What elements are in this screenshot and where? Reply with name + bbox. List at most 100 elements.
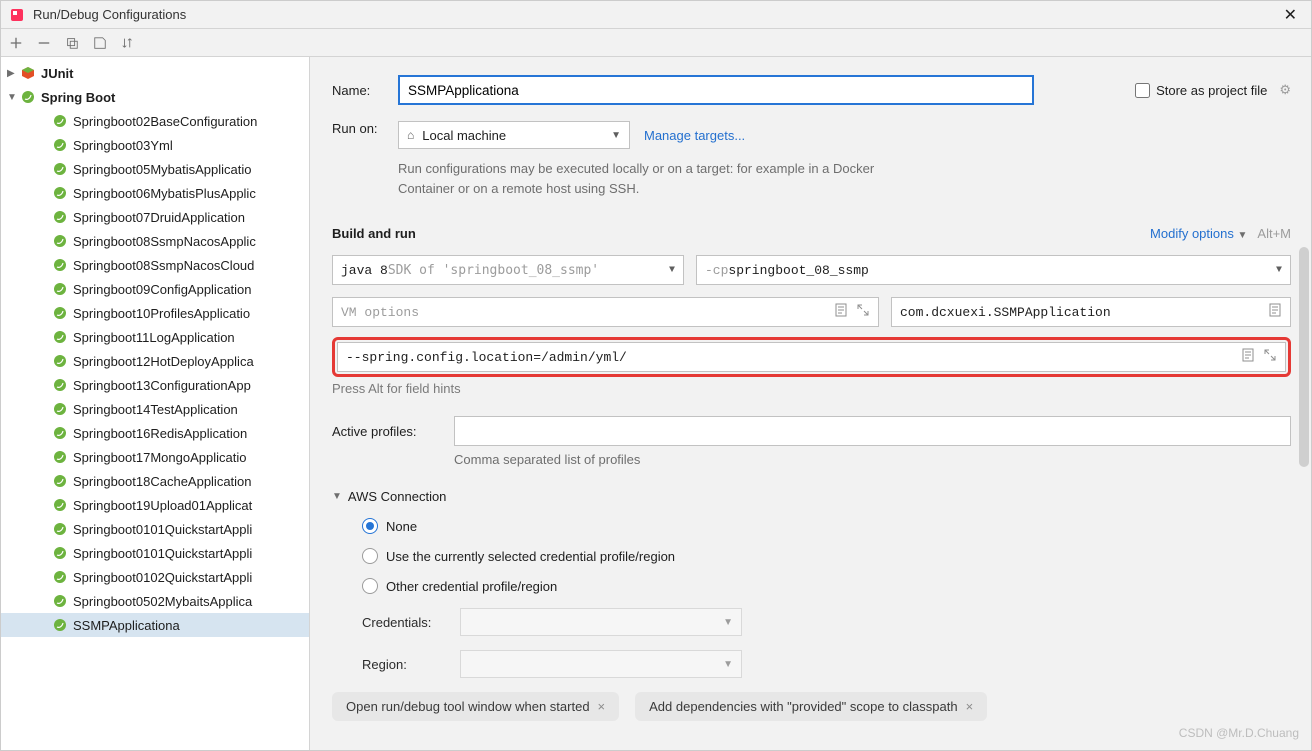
tree-junit[interactable]: ▶ JUnit <box>1 61 309 85</box>
sidebar-item[interactable]: Springboot0102QuickstartAppli <box>1 565 309 589</box>
store-label: Store as project file <box>1156 83 1267 98</box>
runon-select[interactable]: ⌂ Local machine ▼ <box>398 121 630 149</box>
config-sidebar[interactable]: ▶ JUnit ▼ Spring Boot Springboot02BaseCo… <box>1 57 310 750</box>
expand-icon[interactable] <box>856 303 870 321</box>
tree-label: Springboot06MybatisPlusApplic <box>73 186 256 201</box>
sidebar-item[interactable]: Springboot10ProfilesApplicatio <box>1 301 309 325</box>
sidebar-item[interactable]: Springboot09ConfigApplication <box>1 277 309 301</box>
field-hint: Press Alt for field hints <box>332 381 1291 396</box>
runon-value: Local machine <box>422 128 506 143</box>
active-profiles-input[interactable] <box>454 416 1291 446</box>
sidebar-item[interactable]: Springboot13ConfigurationApp <box>1 373 309 397</box>
aws-none-radio[interactable]: None <box>362 518 1291 534</box>
name-input[interactable] <box>398 75 1034 105</box>
tree-label: Springboot07DruidApplication <box>73 210 245 225</box>
spring-icon <box>53 474 67 488</box>
tree-springboot[interactable]: ▼ Spring Boot <box>1 85 309 109</box>
runon-hint: Run configurations may be executed local… <box>398 159 898 198</box>
chevron-down-icon: ▼ <box>669 265 675 276</box>
sidebar-item[interactable]: Springboot07DruidApplication <box>1 205 309 229</box>
sort-button[interactable] <box>119 34 137 52</box>
chevron-down-icon: ▼ <box>611 130 621 141</box>
manage-targets-link[interactable]: Manage targets... <box>644 128 745 143</box>
aws-connection-header[interactable]: ▼ AWS Connection <box>332 489 1291 504</box>
sidebar-item[interactable]: Springboot11LogApplication <box>1 325 309 349</box>
spring-icon <box>53 618 67 632</box>
spring-icon <box>53 450 67 464</box>
tree-label: Springboot08SsmpNacosCloud <box>73 258 254 273</box>
gear-icon[interactable]: ⚙ <box>1279 82 1291 98</box>
name-label: Name: <box>332 83 398 98</box>
sidebar-item[interactable]: Springboot05MybatisApplicatio <box>1 157 309 181</box>
sidebar-item[interactable]: Springboot02BaseConfiguration <box>1 109 309 133</box>
document-icon[interactable] <box>1268 303 1282 321</box>
sidebar-item[interactable]: Springboot08SsmpNacosCloud <box>1 253 309 277</box>
sidebar-item[interactable]: Springboot0101QuickstartAppli <box>1 541 309 565</box>
watermark: CSDN @Mr.D.Chuang <box>1179 726 1299 740</box>
chevron-down-icon: ▼ <box>1238 230 1248 241</box>
close-icon[interactable]: × <box>598 699 606 714</box>
tree-label: Springboot18CacheApplication <box>73 474 252 489</box>
window-title: Run/Debug Configurations <box>33 7 1278 22</box>
sidebar-item[interactable]: Springboot14TestApplication <box>1 397 309 421</box>
sidebar-item[interactable]: Springboot06MybatisPlusApplic <box>1 181 309 205</box>
sidebar-item[interactable]: Springboot17MongoApplicatio <box>1 445 309 469</box>
sidebar-item[interactable]: Springboot18CacheApplication <box>1 469 309 493</box>
sdk-select[interactable]: java 8 SDK of 'springboot_08_ssmp' ▼ <box>332 255 684 285</box>
spring-icon <box>53 522 67 536</box>
spring-icon <box>53 138 67 152</box>
remove-button[interactable] <box>35 34 53 52</box>
tree-label: JUnit <box>41 66 74 81</box>
shortcut-label: Alt+M <box>1257 226 1291 241</box>
tree-label: Springboot0101QuickstartAppli <box>73 522 252 537</box>
sidebar-item[interactable]: Springboot12HotDeployApplica <box>1 349 309 373</box>
copy-button[interactable] <box>63 34 81 52</box>
add-button[interactable] <box>7 34 25 52</box>
tree-label: Springboot05MybatisApplicatio <box>73 162 252 177</box>
name-row: Name: Store as project file ⚙ <box>332 75 1291 105</box>
runon-label: Run on: <box>332 121 398 136</box>
close-icon[interactable]: × <box>966 699 974 714</box>
vm-options-input[interactable]: VM options <box>332 297 879 327</box>
run-debug-config-window: Run/Debug Configurations ✕ ▶ JUnit ▼ Spr… <box>0 0 1312 751</box>
scrollbar[interactable] <box>1299 247 1309 467</box>
expand-icon[interactable] <box>1263 348 1277 366</box>
tree-label: Springboot09ConfigApplication <box>73 282 252 297</box>
tree-label: Spring Boot <box>41 90 115 105</box>
spring-icon <box>53 402 67 416</box>
junit-icon <box>21 66 35 80</box>
radio-icon <box>362 548 378 564</box>
sidebar-item[interactable]: Springboot03Yml <box>1 133 309 157</box>
radio-icon <box>362 518 378 534</box>
sidebar-item[interactable]: Springboot0101QuickstartAppli <box>1 517 309 541</box>
spring-icon <box>53 114 67 128</box>
spring-icon <box>53 306 67 320</box>
config-toolbar <box>1 29 1311 57</box>
app-logo-icon <box>9 7 25 23</box>
classpath-select[interactable]: -cp springboot_08_ssmp ▼ <box>696 255 1291 285</box>
sidebar-item[interactable]: Springboot19Upload01Applicat <box>1 493 309 517</box>
sidebar-item[interactable]: Springboot16RedisApplication <box>1 421 309 445</box>
pill-add-provided-deps[interactable]: Add dependencies with "provided" scope t… <box>635 692 987 721</box>
aws-other-radio[interactable]: Other credential profile/region <box>362 578 1291 594</box>
document-icon[interactable] <box>1241 348 1255 366</box>
main-class-input[interactable]: com.dcxuexi.SSMPApplication <box>891 297 1291 327</box>
active-profiles-label: Active profiles: <box>332 424 440 439</box>
close-icon[interactable]: ✕ <box>1278 5 1303 25</box>
spring-icon <box>21 90 35 104</box>
modify-options-link[interactable]: Modify options ▼ <box>1150 226 1247 241</box>
tree-label: Springboot0502MybaitsApplica <box>73 594 252 609</box>
store-as-project-checkbox[interactable] <box>1135 83 1150 98</box>
sidebar-item[interactable]: SSMPApplicationa <box>1 613 309 637</box>
pill-open-tool-window[interactable]: Open run/debug tool window when started× <box>332 692 619 721</box>
save-template-button[interactable] <box>91 34 109 52</box>
aws-current-radio[interactable]: Use the currently selected credential pr… <box>362 548 1291 564</box>
chevron-down-icon: ▼ <box>1276 265 1282 276</box>
radio-icon <box>362 578 378 594</box>
sidebar-item[interactable]: Springboot08SsmpNacosApplic <box>1 229 309 253</box>
document-icon[interactable] <box>834 303 848 321</box>
tree-label: Springboot16RedisApplication <box>73 426 247 441</box>
spring-icon <box>53 186 67 200</box>
sidebar-item[interactable]: Springboot0502MybaitsApplica <box>1 589 309 613</box>
program-args-input[interactable]: --spring.config.location=/admin/yml/ <box>337 342 1286 372</box>
